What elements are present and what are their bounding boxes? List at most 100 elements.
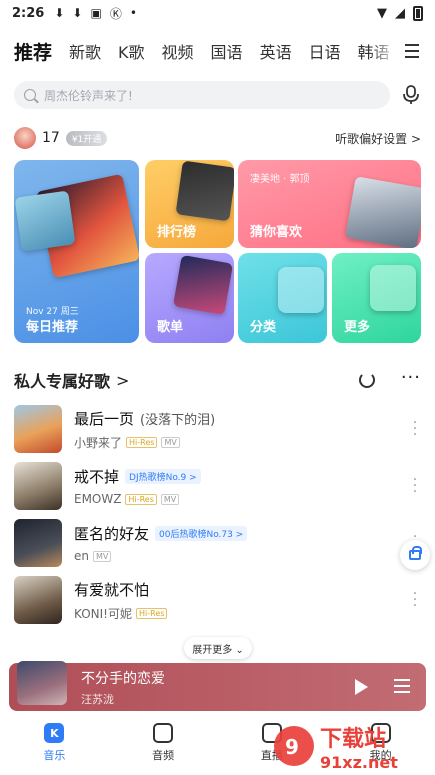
song-artist: EMOWZ: [74, 492, 122, 506]
chart-rank-tag[interactable]: DJ热歌榜No.9 >: [125, 469, 201, 484]
song-title: 戒不掉: [74, 468, 120, 486]
mv-badge[interactable]: MV: [160, 493, 180, 505]
charts-label: 排行榜: [157, 225, 197, 240]
section-header: 私人专属好歌 > ···: [14, 367, 421, 392]
signal-icon: ◢: [395, 5, 405, 21]
guess-label: 猜你喜欢: [250, 225, 303, 240]
tab-recommend[interactable]: 推荐: [14, 38, 52, 68]
song-more-icon[interactable]: ···: [409, 416, 421, 442]
search-icon: [24, 89, 36, 101]
song-artist: 小野来了: [74, 435, 123, 450]
playlists-label: 歌单: [157, 320, 184, 335]
tab-fade: [369, 34, 399, 68]
category-icon: [278, 267, 324, 313]
nav-audio[interactable]: 音频: [109, 715, 218, 775]
audio-icon: [153, 723, 174, 743]
nav-audio-label: 音频: [152, 749, 175, 762]
chevron-right-icon[interactable]: >: [116, 371, 129, 390]
daily-recommend-card[interactable]: Nov 27 周三 每日推荐: [14, 160, 139, 343]
song-title: 最后一页: [74, 409, 135, 428]
site-watermark: 9 下载站 91xz.net: [274, 726, 398, 772]
download-icon: ⬇: [54, 6, 65, 20]
tab-karaoke[interactable]: K歌: [118, 39, 145, 63]
watermark-text: 下载站: [320, 726, 386, 752]
guess-subtitle: 凄美地 · 郭顶: [250, 174, 310, 185]
lock-button[interactable]: [400, 540, 430, 570]
song-artist: en: [74, 549, 89, 563]
search-placeholder: 周杰伦铃声来了!: [44, 88, 133, 103]
mv-badge[interactable]: MV: [93, 550, 112, 562]
user-row: 17 ¥1开通 听歌偏好设置 >: [14, 126, 421, 150]
refresh-icon[interactable]: [358, 372, 375, 388]
k-icon: Ⓚ: [109, 6, 122, 21]
music-k-icon: K: [44, 723, 65, 743]
more-label: 更多: [344, 320, 371, 335]
hires-badge: Hi-Res: [136, 607, 168, 619]
voice-search-icon[interactable]: [402, 85, 420, 105]
vip-badge[interactable]: ¥1开通: [65, 130, 108, 146]
preference-settings-link[interactable]: 听歌偏好设置 >: [335, 130, 421, 147]
dot-icon: •: [129, 6, 137, 20]
hires-badge: Hi-Res: [126, 436, 158, 448]
more-options-icon[interactable]: ···: [401, 367, 421, 388]
section-title[interactable]: 私人专属好歌: [14, 368, 110, 392]
download-icon-2: ⬇: [72, 6, 83, 20]
tab-new-songs[interactable]: 新歌: [69, 39, 101, 63]
player-title: 不分手的恋爱: [81, 670, 165, 687]
song-title: 有爱就不怕: [74, 580, 150, 599]
song-item[interactable]: 最后一页 (没落下的泪) 小野来了 Hi-Res MV · · ·: [14, 404, 421, 454]
player-artist: 汪苏泷: [81, 692, 114, 706]
song-item[interactable]: 有爱就不怕 KONI!可妮 Hi-Res · · ·: [14, 575, 421, 625]
song-cover: [14, 405, 62, 453]
charts-card[interactable]: 排行榜: [145, 160, 234, 248]
lock-icon: [409, 546, 422, 560]
more-card[interactable]: 更多: [332, 253, 421, 343]
tab-english[interactable]: 英语: [260, 39, 292, 63]
watermark-domain: 91xz.net: [320, 753, 398, 772]
wifi-icon: ▼: [377, 5, 387, 21]
song-cover: [14, 462, 62, 510]
tab-video[interactable]: 视频: [162, 39, 194, 63]
categories-card[interactable]: 分类: [238, 253, 327, 343]
song-cover: [14, 519, 62, 567]
hires-badge: Hi-Res: [125, 493, 157, 505]
song-more-icon[interactable]: ···: [409, 473, 421, 499]
playlist-icon[interactable]: [394, 679, 410, 693]
user-level: 17: [42, 130, 60, 146]
nav-music-label: 音乐: [43, 749, 66, 762]
player-cover[interactable]: [17, 661, 67, 705]
search-input[interactable]: 周杰伦铃声来了!: [14, 81, 390, 109]
status-bar: 2:26 ⬇ ⬇ ▣ Ⓚ • ▼ ◢: [0, 0, 435, 26]
menu-icon[interactable]: [399, 38, 427, 64]
battery-icon: [413, 5, 423, 21]
expand-more-button[interactable]: 展开更多 ⌄: [184, 637, 252, 659]
song-more-icon[interactable]: ···: [409, 587, 421, 613]
play-icon[interactable]: [355, 679, 368, 695]
svg-text:9: 9: [285, 735, 299, 759]
categories-label: 分类: [250, 320, 277, 335]
album-art: [172, 254, 234, 316]
avatar[interactable]: [14, 127, 36, 149]
more-icon: [370, 265, 416, 311]
playlists-card[interactable]: 歌单: [145, 253, 234, 343]
song-title: 匿名的好友: [74, 525, 150, 543]
song-item[interactable]: 匿名的好友00后热歌榜No.73 > enMV ···: [14, 518, 421, 568]
app-icon: ▣: [90, 6, 102, 20]
album-art: [175, 160, 234, 222]
tab-japanese[interactable]: 日语: [309, 39, 341, 63]
status-time: 2:26: [12, 5, 45, 21]
daily-recommend-label: 每日推荐: [26, 320, 79, 335]
nav-music[interactable]: K 音乐: [0, 715, 109, 775]
chart-rank-tag[interactable]: 00后热歌榜No.73 >: [155, 526, 248, 541]
album-art: [345, 176, 421, 248]
mini-player[interactable]: 不分手的恋爱 汪苏泷: [9, 661, 426, 711]
guess-you-like-card[interactable]: 凄美地 · 郭顶 猜你喜欢: [238, 160, 421, 248]
mv-badge[interactable]: MV: [161, 436, 180, 448]
tab-mandarin[interactable]: 国语: [211, 39, 243, 63]
song-artist: KONI!可妮: [74, 606, 132, 621]
song-cover: [14, 576, 62, 624]
feature-grid: Nov 27 周三 每日推荐 排行榜 凄美地 · 郭顶 猜你喜欢 歌单 分类 更…: [14, 160, 421, 343]
song-subtitle: (没落下的泪): [140, 412, 216, 428]
song-item[interactable]: 戒不掉 DJ热歌榜No.9 > EMOWZ Hi-Res MV · · ·: [14, 461, 421, 511]
album-art: [14, 190, 76, 252]
